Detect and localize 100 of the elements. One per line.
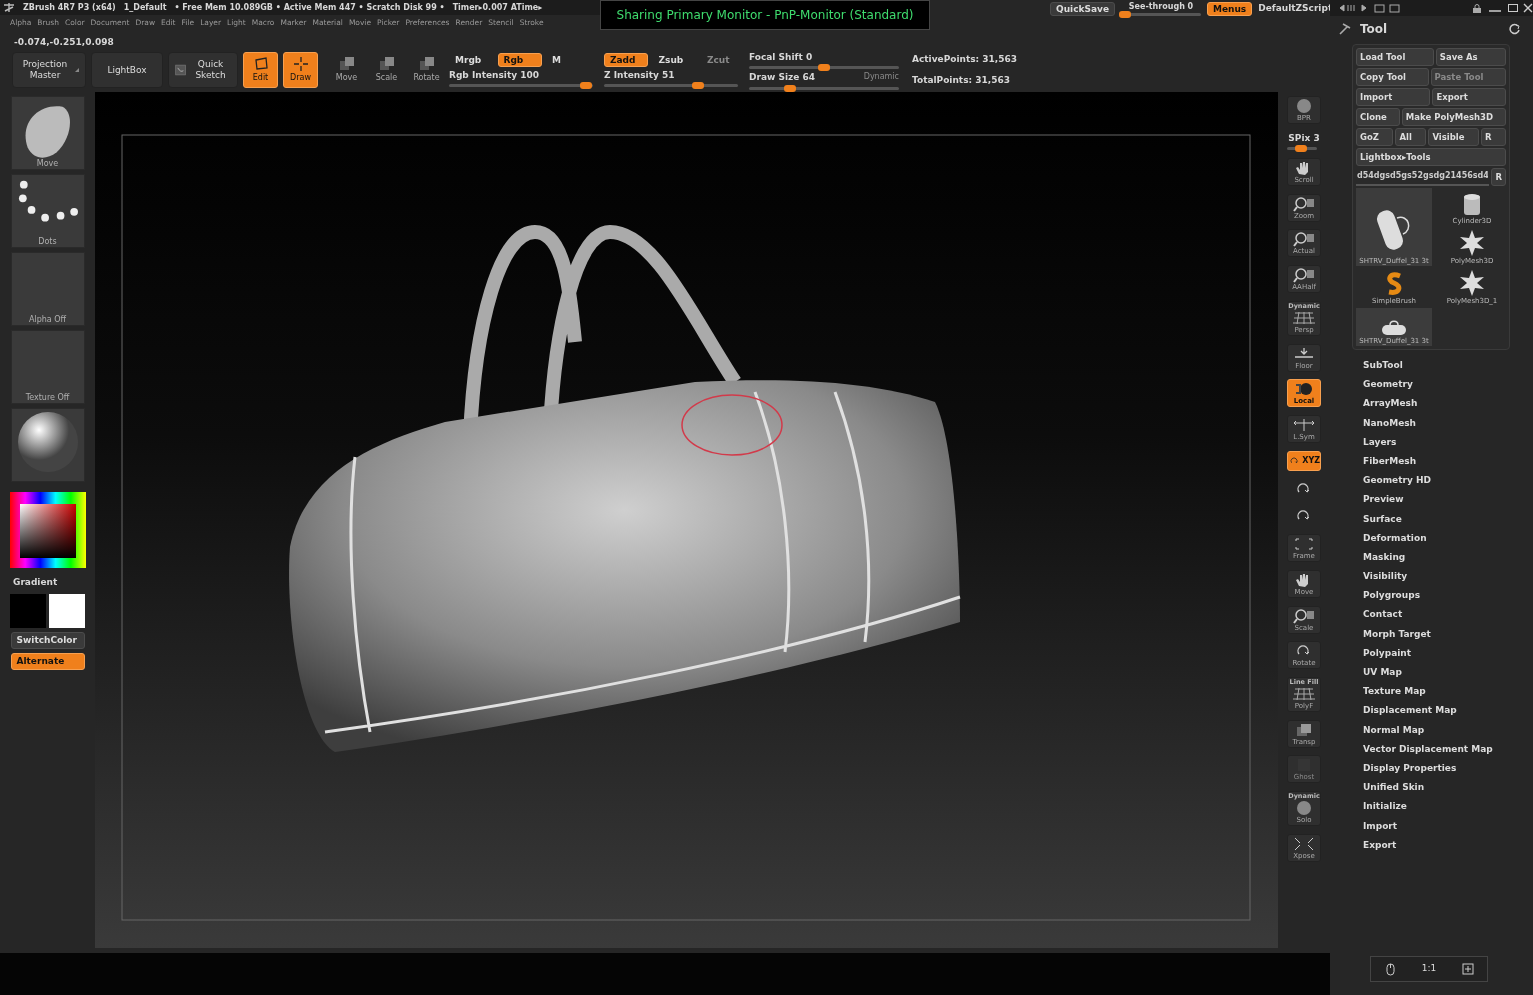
shelf-button[interactable]: Projection Master bbox=[12, 52, 86, 88]
palette-button[interactable]: Lightbox▸Tools bbox=[1356, 148, 1506, 166]
palette-section[interactable]: Vector Displacement Map bbox=[1363, 739, 1533, 759]
palette-button[interactable]: Make PolyMesh3D bbox=[1401, 108, 1506, 126]
reset-button[interactable]: R bbox=[1491, 168, 1506, 186]
thumbnail-slot[interactable]: Move bbox=[10, 96, 85, 170]
palette-section[interactable]: Unified Skin bbox=[1363, 778, 1533, 798]
palette-section[interactable]: Geometry HD bbox=[1363, 471, 1533, 491]
toggle-button[interactable]: Mrgb bbox=[449, 52, 493, 67]
palette-section[interactable]: Surface bbox=[1363, 509, 1533, 529]
see-through-slider[interactable] bbox=[1121, 13, 1201, 16]
thumbnail-slot[interactable] bbox=[10, 408, 85, 482]
palette-section[interactable]: Displacement Map bbox=[1363, 701, 1533, 721]
symmetry-icon bbox=[1293, 417, 1315, 434]
slider-label: Rgb Intensity 100 bbox=[449, 68, 541, 82]
palette-section[interactable]: Texture Map bbox=[1363, 682, 1533, 702]
mode-button[interactable]: Move bbox=[329, 52, 364, 88]
palette-button[interactable]: Clone bbox=[1356, 108, 1400, 126]
grid-icon bbox=[1293, 309, 1315, 326]
palette-section[interactable]: Import bbox=[1363, 816, 1533, 836]
star-icon bbox=[1459, 229, 1485, 256]
palette-button[interactable]: Copy Tool bbox=[1356, 68, 1429, 86]
sphere-icon bbox=[1293, 381, 1315, 398]
toggle-button[interactable]: Zsub bbox=[652, 52, 697, 67]
palette-section[interactable]: Contact bbox=[1363, 605, 1533, 625]
palette-title: Tool bbox=[1360, 21, 1389, 38]
quicksave-button[interactable]: QuickSave bbox=[1050, 2, 1115, 16]
palette-section[interactable]: Initialize bbox=[1363, 797, 1533, 817]
palette-section[interactable]: Layers bbox=[1363, 432, 1533, 452]
slider-thumb[interactable] bbox=[1119, 11, 1131, 18]
palette-section[interactable]: UV Map bbox=[1363, 663, 1533, 683]
tool-name-field[interactable]: d54dgsd5gs52gsdg21456sd4 bbox=[1356, 168, 1490, 186]
palette-button[interactable]: Import bbox=[1356, 88, 1431, 106]
cubes-icon bbox=[338, 56, 355, 72]
palette-button[interactable]: Save As bbox=[1435, 48, 1506, 66]
thumbnail-slot[interactable]: Texture Off bbox=[10, 330, 85, 404]
mode-button[interactable]: Edit bbox=[243, 52, 278, 88]
slider-label: SPix 3 bbox=[1287, 131, 1321, 145]
palette-button[interactable]: GoZ bbox=[1356, 128, 1394, 146]
palette-section[interactable]: Preview bbox=[1363, 490, 1533, 510]
palette-section[interactable]: Morph Target bbox=[1363, 624, 1533, 644]
bag-icon bbox=[1380, 318, 1408, 336]
palette-section[interactable]: SubTool bbox=[1363, 356, 1533, 376]
view-button[interactable]: XYZ bbox=[1287, 450, 1321, 471]
secondary-color-swatch[interactable] bbox=[48, 593, 85, 628]
palette-button[interactable]: Load Tool bbox=[1356, 48, 1434, 66]
thumbnail-slot[interactable]: Alpha Off bbox=[10, 252, 85, 326]
shelf-button[interactable]: Quick Sketch bbox=[168, 52, 238, 88]
palette-button[interactable]: Visible bbox=[1428, 128, 1479, 146]
palette-section[interactable]: Polypaint bbox=[1363, 643, 1533, 663]
palette-section[interactable]: Masking bbox=[1363, 547, 1533, 568]
slider-track[interactable] bbox=[604, 84, 738, 88]
palette-button[interactable]: All bbox=[1395, 128, 1427, 146]
star-icon bbox=[1459, 269, 1485, 296]
palette-section[interactable]: ArrayMesh bbox=[1363, 394, 1533, 414]
logo-icon bbox=[3, 2, 15, 13]
color-picker[interactable] bbox=[9, 492, 86, 568]
menus-toggle[interactable]: Menus bbox=[1207, 2, 1253, 16]
sketch-icon bbox=[175, 62, 187, 78]
palette-section[interactable]: Normal Map bbox=[1363, 720, 1533, 740]
slider-track[interactable] bbox=[449, 84, 593, 88]
mouse-icon bbox=[1383, 962, 1396, 976]
palette-section[interactable]: Deformation bbox=[1363, 528, 1533, 548]
mode-button[interactable]: Scale bbox=[369, 52, 404, 88]
duffel-bag-drawing[interactable] bbox=[289, 225, 962, 752]
primary-color-swatch[interactable] bbox=[10, 593, 47, 628]
palette-button[interactable]: R bbox=[1481, 128, 1507, 146]
script-name: DefaultZScript bbox=[1258, 2, 1333, 15]
expand-arrows-icon bbox=[1293, 835, 1315, 852]
mode-button[interactable]: Rotate bbox=[409, 52, 444, 88]
switch-color-button[interactable]: SwitchColor bbox=[10, 631, 85, 649]
mode-button[interactable]: Draw bbox=[283, 52, 318, 88]
palette-section[interactable]: Display Properties bbox=[1363, 758, 1533, 779]
slider-label: Draw Size 64 bbox=[749, 71, 815, 84]
slider-thumb[interactable] bbox=[1294, 145, 1307, 153]
toggle-button[interactable]: M bbox=[546, 52, 567, 67]
palette-section[interactable]: NanoMesh bbox=[1363, 413, 1533, 433]
toggle-button[interactable]: Zadd bbox=[604, 52, 648, 67]
shelf-button[interactable]: LightBox bbox=[91, 52, 163, 88]
magnifier-icon bbox=[1293, 607, 1315, 624]
memory-status: • Free Mem 10.089GB • Active Mem 447 • Scratch Disk 99 • bbox=[174, 1, 445, 14]
slider-thumb[interactable] bbox=[691, 82, 704, 90]
thumbnail-slot[interactable]: Dots bbox=[10, 174, 85, 248]
scroll-arrows-icon bbox=[1338, 2, 1368, 14]
slider-thumb[interactable] bbox=[818, 64, 830, 71]
palette-section[interactable]: Geometry bbox=[1363, 375, 1533, 395]
document-name: 1_Default bbox=[123, 1, 167, 14]
slider-track[interactable] bbox=[749, 86, 899, 90]
slider-track[interactable] bbox=[1287, 147, 1317, 151]
point-count: ActivePoints: 31,563 bbox=[912, 52, 1018, 66]
palette-section[interactable]: FiberMesh bbox=[1363, 451, 1533, 472]
slider-thumb[interactable] bbox=[579, 82, 592, 90]
palette-section[interactable]: Polygroups bbox=[1363, 586, 1533, 606]
palette-button[interactable]: Export bbox=[1432, 88, 1506, 106]
palette-section[interactable]: Visibility bbox=[1363, 567, 1533, 587]
slider-track[interactable] bbox=[749, 66, 899, 69]
palette-section[interactable]: Export bbox=[1363, 835, 1533, 855]
slider-thumb[interactable] bbox=[783, 84, 796, 92]
alternate-button[interactable]: Alternate bbox=[10, 652, 85, 670]
toggle-button[interactable]: Rgb bbox=[497, 52, 542, 67]
